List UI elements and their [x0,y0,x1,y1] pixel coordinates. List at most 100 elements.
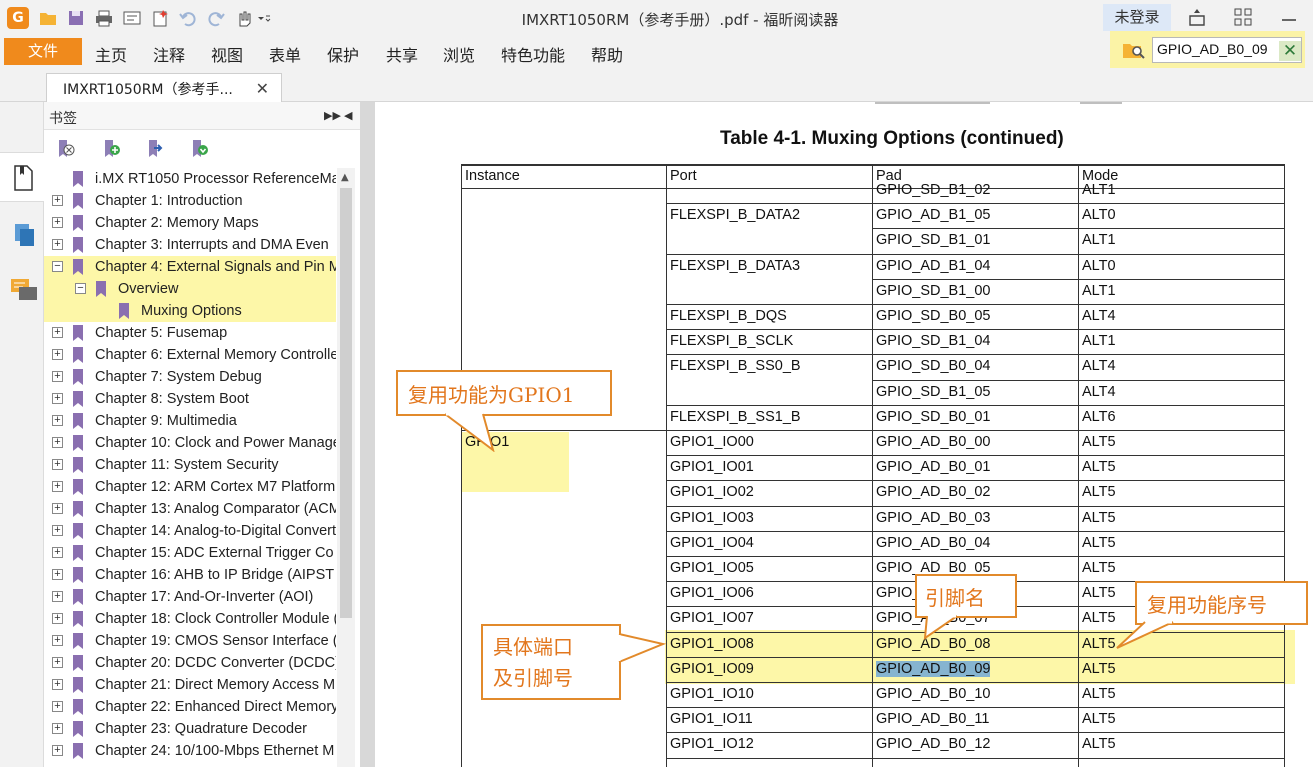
bookmark-item[interactable]: Muxing Options [44,300,336,322]
clear-search-icon[interactable]: ✕ [1279,41,1301,61]
move-bookmark-icon[interactable] [144,138,166,160]
bookmark-item[interactable]: + Chapter 2: Memory Maps [44,212,336,234]
bookmark-item[interactable]: + Chapter 6: External Memory Controlle [44,344,336,366]
open-folder-icon[interactable] [38,8,58,28]
collapse-icon[interactable]: − [52,261,63,272]
app-logo-icon[interactable]: G [7,7,29,29]
expand-icon[interactable]: + [52,393,63,404]
menu-help[interactable]: 帮助 [591,42,623,66]
find-folder-search-icon[interactable] [1122,40,1146,60]
bookmark-item[interactable]: + Chapter 20: DCDC Converter (DCDC) [44,652,336,674]
expand-bookmark-icon[interactable] [188,138,210,160]
close-tab-icon[interactable]: ✕ [256,79,269,98]
expand-icon[interactable]: + [52,569,63,580]
expand-icon[interactable]: + [52,195,63,206]
expand-icon[interactable]: + [52,481,63,492]
bookmark-item[interactable]: + Chapter 24: 10/100-Mbps Ethernet M [44,740,336,762]
menu-form[interactable]: 表单 [269,42,301,66]
bookmark-item[interactable]: + Chapter 17: And-Or-Inverter (AOI) [44,586,336,608]
menu-protect[interactable]: 保护 [327,42,359,66]
row-rule [666,203,872,205]
expand-icon[interactable]: + [52,547,63,558]
bookmark-item[interactable]: + Chapter 11: System Security [44,454,336,476]
document-tab[interactable]: IMXRT1050RM（参考手... ✕ [46,73,282,102]
collapse-panel-icon[interactable]: ◀ [344,109,352,122]
expand-icon[interactable]: + [52,723,63,734]
pad-cell: GPIO_AD_B0_00 [876,434,991,450]
file-menu-button[interactable]: 文件 [4,38,82,65]
expand-icon[interactable]: + [52,415,63,426]
undo-icon[interactable] [178,8,198,28]
properties-icon[interactable] [122,8,142,28]
bookmark-item[interactable]: + Chapter 13: Analog Comparator (ACM [44,498,336,520]
window-title: IMXRT1050RM（参考手册）.pdf - 福昕阅读器 [521,11,839,29]
collapse-icon[interactable]: − [75,283,86,294]
delete-bookmark-icon[interactable] [54,138,76,160]
bookmark-item[interactable]: + Chapter 3: Interrupts and DMA Even [44,234,336,256]
hand-tool-dropdown-icon[interactable] [234,8,272,28]
expand-icon[interactable]: + [52,459,63,470]
expand-icon[interactable]: + [52,679,63,690]
print-icon[interactable] [94,8,114,28]
login-button[interactable]: 未登录 [1103,4,1171,31]
expand-icon[interactable]: + [52,613,63,624]
menu-view[interactable]: 视图 [211,42,243,66]
bookmark-item[interactable]: + Chapter 7: System Debug [44,366,336,388]
bookmark-item[interactable]: + Chapter 1: Introduction [44,190,336,212]
comments-panel-button[interactable] [0,265,44,315]
expand-icon[interactable]: + [52,437,63,448]
document-tab-label: IMXRT1050RM（参考手... [63,82,233,98]
port-cell: FLEXSPI_B_DATA3 [670,257,801,274]
bookmark-item[interactable]: + Chapter 16: AHB to IP Bridge (AIPST [44,564,336,586]
menu-browse[interactable]: 浏览 [443,42,475,66]
bookmark-item[interactable]: + Chapter 21: Direct Memory Access M [44,674,336,696]
pages-panel-button[interactable] [0,210,44,260]
expand-icon[interactable]: + [52,349,63,360]
bookmark-item[interactable]: + Chapter 10: Clock and Power Manage [44,432,336,454]
bookmark-item[interactable]: i.MX RT1050 Processor ReferenceMa [44,168,336,190]
find-input[interactable]: GPIO_AD_B0_09 ✕ [1152,37,1302,63]
menu-home[interactable]: 主页 [95,42,127,66]
bookmark-item[interactable]: + Chapter 23: Quadrature Decoder [44,718,336,740]
expand-icon[interactable]: + [52,745,63,756]
scrollbar-thumb[interactable] [340,188,352,618]
minimize-icon[interactable] [1278,6,1300,28]
expand-icon[interactable]: + [52,327,63,338]
bookmark-item[interactable]: + Chapter 18: Clock Controller Module ( [44,608,336,630]
bookmark-item[interactable]: + Chapter 9: Multimedia [44,410,336,432]
bookmark-item[interactable]: − Chapter 4: External Signals and Pin M [44,256,336,278]
share-icon[interactable] [1186,6,1208,28]
bookmark-item[interactable]: + Chapter 15: ADC External Trigger Co [44,542,336,564]
bookmark-item[interactable]: − Overview [44,278,336,300]
panel-splitter[interactable] [360,102,375,767]
bookmark-scrollbar[interactable]: ▲ [337,168,355,767]
new-document-icon[interactable] [150,8,170,28]
expand-icon[interactable]: + [52,701,63,712]
bookmark-item[interactable]: + Chapter 19: CMOS Sensor Interface ( [44,630,336,652]
layout-grid-icon[interactable] [1232,6,1254,28]
redo-icon[interactable] [206,8,226,28]
bookmark-item[interactable]: + Chapter 14: Analog-to-Digital Convert [44,520,336,542]
expand-icon[interactable]: + [52,503,63,514]
scroll-up-icon[interactable]: ▲ [341,172,349,183]
port-callout-line2: 及引脚号 [493,666,573,690]
save-icon[interactable] [66,8,86,28]
expand-icon[interactable]: + [52,239,63,250]
expand-panel-icon[interactable]: ▶▶ [324,109,341,122]
menu-comment[interactable]: 注释 [153,42,185,66]
expand-icon[interactable]: + [52,657,63,668]
expand-icon[interactable]: + [52,217,63,228]
bookmark-item[interactable]: + Chapter 8: System Boot [44,388,336,410]
bookmark-flag-icon [73,457,83,473]
bookmark-item[interactable]: + Chapter 5: Fusemap [44,322,336,344]
bookmark-item[interactable]: + Chapter 12: ARM Cortex M7 Platform [44,476,336,498]
menu-share[interactable]: 共享 [386,42,418,66]
bookmarks-panel-button[interactable] [0,152,44,202]
expand-icon[interactable]: + [52,371,63,382]
expand-icon[interactable]: + [52,525,63,536]
bookmark-item[interactable]: + Chapter 22: Enhanced Direct Memory [44,696,336,718]
menu-features[interactable]: 特色功能 [501,42,565,66]
expand-icon[interactable]: + [52,591,63,602]
add-bookmark-icon[interactable] [100,138,122,160]
expand-icon[interactable]: + [52,635,63,646]
